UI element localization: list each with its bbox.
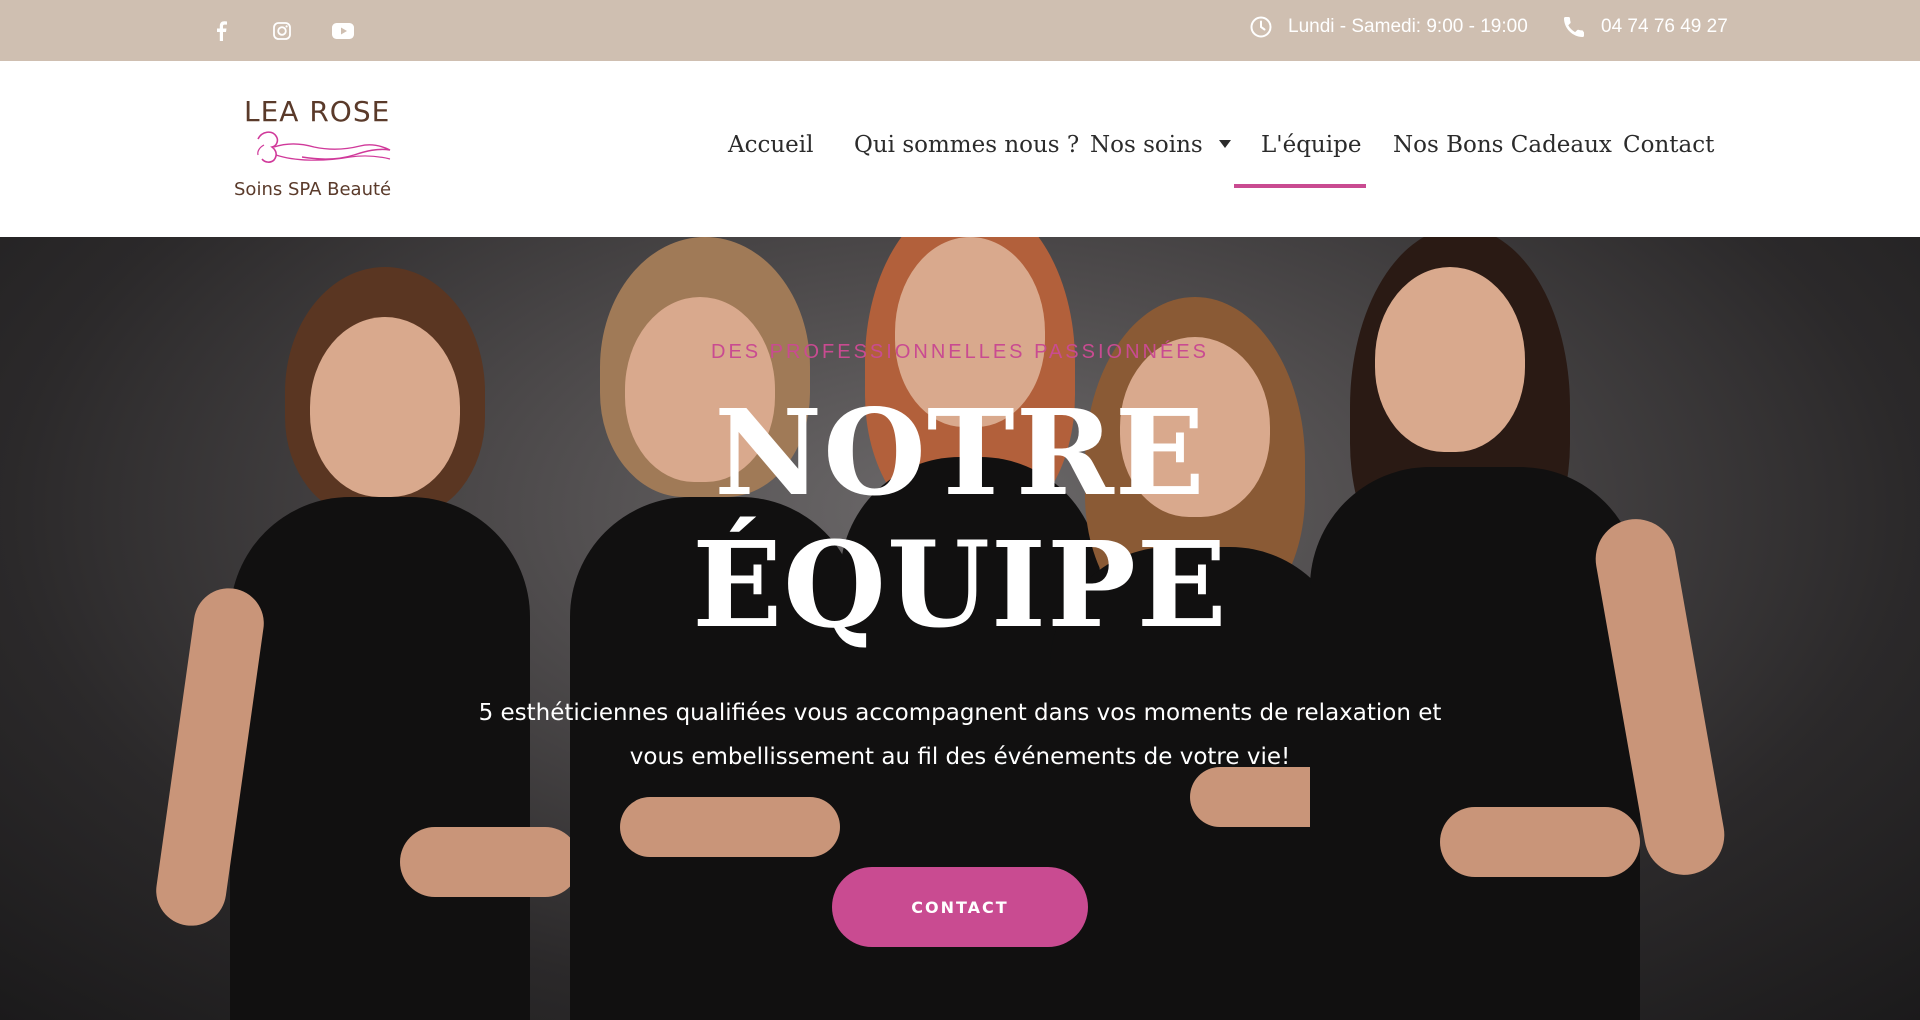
caret-down-icon — [1218, 140, 1231, 148]
top-bar: Lundi - Samedi: 9:00 - 19:00 04 74 76 49… — [0, 0, 1920, 61]
facebook-icon — [217, 21, 227, 41]
nav-accueil[interactable]: Accueil — [728, 132, 814, 158]
logo-title: LEA ROSE — [244, 95, 391, 128]
instagram-link[interactable] — [269, 18, 295, 44]
phone-link[interactable]: 04 74 76 49 27 — [1563, 16, 1728, 38]
hero-description: 5 esthéticiennes qualifiées vous accompa… — [478, 700, 1442, 770]
hero-title-line1: NOTRE — [714, 383, 1206, 522]
hero-title-line2: ÉQUIPE — [692, 515, 1228, 654]
phone-number: 04 74 76 49 27 — [1601, 16, 1728, 37]
nav-equipe[interactable]: L'équipe — [1261, 132, 1361, 158]
opening-hours-text: Lundi - Samedi: 9:00 - 19:00 — [1288, 16, 1528, 37]
hero-section: DES PROFESSIONNELLES PASSIONNÉES NOTRE É… — [0, 237, 1920, 1020]
active-nav-indicator — [1234, 184, 1366, 188]
hero-kicker: DES PROFESSIONNELLES PASSIONNÉES — [711, 341, 1209, 363]
instagram-icon — [273, 22, 291, 40]
phone-icon — [1564, 17, 1584, 37]
youtube-icon — [332, 23, 354, 39]
nav-bons-cadeaux[interactable]: Nos Bons Cadeaux — [1393, 132, 1612, 158]
reclining-woman-logo-icon — [257, 131, 391, 163]
site-logo[interactable]: LEA ROSE Soins SPA Beauté — [232, 95, 432, 205]
nav-nos-soins-label: Nos soins — [1090, 132, 1203, 158]
nav-nos-soins[interactable]: Nos soins — [1090, 132, 1231, 158]
youtube-link[interactable] — [330, 18, 356, 44]
facebook-link[interactable] — [208, 18, 234, 44]
opening-hours: Lundi - Samedi: 9:00 - 19:00 — [1250, 16, 1528, 38]
clock-icon — [1250, 16, 1272, 38]
nav-qui-sommes-nous[interactable]: Qui sommes nous ? — [854, 132, 1079, 158]
logo-subtitle: Soins SPA Beauté — [234, 179, 392, 200]
hero-title: NOTRE ÉQUIPE — [0, 387, 1920, 651]
nav-contact[interactable]: Contact — [1623, 132, 1714, 158]
contact-button[interactable]: CONTACT — [832, 867, 1088, 947]
